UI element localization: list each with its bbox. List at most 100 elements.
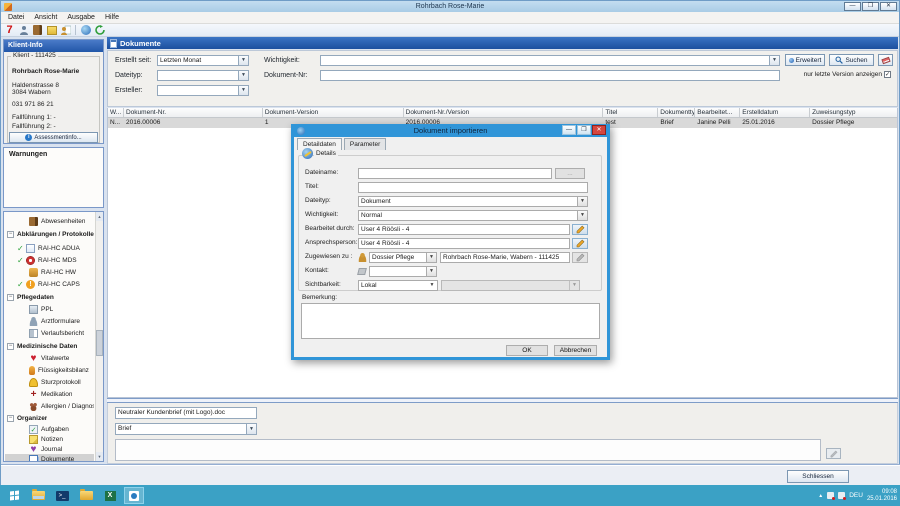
column-header[interactable]: W... bbox=[108, 108, 124, 117]
maximize-button[interactable]: ❐ bbox=[862, 2, 879, 11]
tree-item-dokumente[interactable]: Dokumente bbox=[5, 454, 94, 462]
chevron-down-icon[interactable]: ▼ bbox=[426, 267, 436, 276]
preview-filename-input[interactable]: Neutraler Kundenbrief (mit Logo).doc bbox=[115, 407, 257, 419]
scrollbar-thumb[interactable] bbox=[96, 330, 103, 356]
exit-door-icon[interactable] bbox=[32, 25, 43, 36]
tree-item-vitalwerte[interactable]: Vitalwerte bbox=[5, 353, 94, 364]
tree-item-verlaufsbericht[interactable]: Verlaufsbericht bbox=[5, 328, 94, 339]
file-explorer-button[interactable] bbox=[28, 487, 48, 504]
dialog-titlebar[interactable]: Dokument importieren — ❐ ✕ bbox=[294, 124, 607, 137]
scroll-down-icon[interactable]: ▼ bbox=[96, 452, 103, 461]
wichtigkeit-select[interactable]: ▼ bbox=[320, 55, 780, 66]
tree-scrollbar[interactable]: ▲ ▼ bbox=[95, 212, 103, 461]
powershell-button[interactable]: >_ bbox=[52, 487, 72, 504]
menu-ansicht[interactable]: Ansicht bbox=[29, 12, 62, 23]
tree-group-pflegedaten[interactable]: −Pflegedaten bbox=[5, 292, 94, 303]
menu-ausgabe[interactable]: Ausgabe bbox=[62, 12, 100, 23]
minimize-button[interactable]: — bbox=[844, 2, 861, 11]
column-header[interactable]: Erstelldatum bbox=[740, 108, 810, 117]
schliessen-button[interactable]: Schliessen bbox=[787, 470, 849, 483]
edit-note-button[interactable] bbox=[826, 448, 841, 459]
dialog-minimize-button[interactable]: — bbox=[562, 125, 576, 135]
tree-item-rai-hc-adua[interactable]: RAI-HC ADUA bbox=[5, 243, 94, 254]
tree-item-rai-hc-mds[interactable]: RAI-HC MDS bbox=[5, 255, 94, 266]
notification-icon[interactable] bbox=[827, 492, 834, 499]
chevron-down-icon[interactable]: ▼ bbox=[238, 71, 248, 80]
scroll-up-icon[interactable]: ▲ bbox=[96, 212, 103, 221]
browse-button[interactable]: ... bbox=[555, 168, 585, 179]
globe-icon[interactable] bbox=[80, 25, 91, 36]
column-header[interactable]: Dokument-Version bbox=[263, 108, 404, 117]
tree-item-medikation[interactable]: Medikation bbox=[5, 389, 94, 400]
active-app-button[interactable] bbox=[124, 487, 144, 504]
chevron-down-icon[interactable]: ▼ bbox=[238, 56, 248, 65]
assessmentinfo-button[interactable]: i Assessmentinfo... bbox=[9, 132, 98, 143]
start-button[interactable] bbox=[4, 487, 24, 504]
kontakt-select[interactable]: ▼ bbox=[369, 266, 437, 277]
close-button[interactable]: ✕ bbox=[880, 2, 897, 11]
erweitert-button[interactable]: Erweitert bbox=[785, 54, 825, 66]
refresh-icon[interactable] bbox=[94, 25, 105, 36]
menu-hilfe[interactable]: Hilfe bbox=[100, 12, 124, 23]
chevron-down-icon[interactable]: ▼ bbox=[577, 211, 587, 220]
chevron-down-icon[interactable]: ▼ bbox=[427, 281, 437, 290]
notes-icon[interactable] bbox=[46, 25, 57, 36]
zugewiesen-zu-input[interactable]: Rohrbach Rose-Marie, Wabern - 111425 bbox=[440, 252, 570, 263]
tree-item-sturzprotokoll[interactable]: Sturzprotokoll bbox=[5, 377, 94, 388]
chevron-down-icon[interactable]: ▼ bbox=[769, 56, 779, 65]
chevron-down-icon[interactable]: ▼ bbox=[577, 197, 587, 206]
column-header[interactable]: Bearbeitet... bbox=[695, 108, 740, 117]
wichtigkeit-select[interactable]: Normal▼ bbox=[358, 210, 588, 221]
dateityp-select[interactable]: Dokument▼ bbox=[358, 196, 588, 207]
dateityp-select[interactable]: ▼ bbox=[157, 70, 249, 81]
chevron-down-icon[interactable]: ▼ bbox=[246, 424, 256, 434]
column-header[interactable]: Dokument-Nr./Version bbox=[404, 108, 604, 117]
column-header[interactable]: Dokumenttyp bbox=[658, 108, 695, 117]
chevron-down-icon[interactable]: ▼ bbox=[426, 253, 436, 262]
tree-group-medizinische-daten[interactable]: −Medizinische Daten bbox=[5, 341, 94, 352]
version-checkbox[interactable]: ✓ bbox=[884, 71, 891, 78]
tree-group-abklaerungen-protokolle[interactable]: −Abklärungen / Protokolle bbox=[5, 229, 94, 240]
zugewiesen-typ-select[interactable]: Dossier Pflege▼ bbox=[369, 252, 437, 263]
spreadsheet-button[interactable]: X bbox=[100, 487, 120, 504]
collapse-icon[interactable]: − bbox=[7, 231, 14, 238]
dialog-maximize-button[interactable]: ❐ bbox=[577, 125, 591, 135]
preview-bemerkung-box[interactable] bbox=[115, 439, 821, 461]
tree-item-allergien-diagnosen[interactable]: Allergien / Diagnosen... bbox=[5, 401, 94, 412]
bemerkung-textarea[interactable] bbox=[301, 303, 600, 339]
ok-button[interactable]: OK bbox=[506, 345, 548, 356]
sichtbarkeit-select[interactable]: Lokal▼ bbox=[358, 280, 438, 291]
edit-bearbeitet-button[interactable] bbox=[572, 224, 588, 235]
version-checkbox-row[interactable]: nur letzte Version anzeigen ✓ bbox=[804, 71, 891, 78]
menu-datei[interactable]: Datei bbox=[3, 12, 29, 23]
tray-expand-icon[interactable]: ▲ bbox=[818, 493, 823, 499]
column-header[interactable]: Zuweisungstyp bbox=[810, 108, 897, 117]
column-header[interactable]: Dokument-Nr. bbox=[124, 108, 263, 117]
preview-dokumenttyp-select[interactable]: Brief▼ bbox=[115, 423, 257, 435]
dialog-close-button[interactable]: ✕ bbox=[592, 125, 606, 135]
rai-seven-icon[interactable]: 7 bbox=[4, 25, 15, 36]
clear-filter-button[interactable] bbox=[878, 54, 893, 66]
ansprechsperson-input[interactable]: User 4 Röösli - 4 bbox=[358, 238, 570, 249]
column-header[interactable]: Titel bbox=[603, 108, 658, 117]
edit-ansprechsperson-button[interactable] bbox=[572, 238, 588, 249]
abbrechen-button[interactable]: Abbrechen bbox=[554, 345, 597, 356]
tree-item-abwesenheiten[interactable]: Abwesenheiten bbox=[5, 216, 94, 227]
tree-group-organizer[interactable]: −Organizer bbox=[5, 413, 94, 424]
dokument-nr-input[interactable] bbox=[320, 70, 780, 81]
clock[interactable]: 09:08 25.01.2016 bbox=[867, 489, 897, 503]
tree-item-fluessigkeitsbilanz[interactable]: Flüssigkeitsbilanz bbox=[5, 365, 94, 376]
titel-input[interactable] bbox=[358, 182, 588, 193]
notification-icon[interactable] bbox=[838, 492, 845, 499]
collapse-icon[interactable]: − bbox=[7, 415, 14, 422]
tree-item-arztformulare[interactable]: Arztformulare bbox=[5, 316, 94, 327]
person-icon[interactable] bbox=[18, 25, 29, 36]
language-indicator[interactable]: DEU bbox=[849, 492, 863, 499]
tree-item-ppl[interactable]: PPL bbox=[5, 304, 94, 315]
edit-zugewiesen-button[interactable] bbox=[572, 252, 588, 263]
folder-button[interactable] bbox=[76, 487, 96, 504]
tree-item-rai-hc-caps[interactable]: RAI-HC CAPS bbox=[5, 279, 94, 290]
chevron-down-icon[interactable]: ▼ bbox=[238, 86, 248, 95]
collapse-icon[interactable]: − bbox=[7, 294, 14, 301]
suchen-button[interactable]: Suchen bbox=[829, 54, 874, 66]
